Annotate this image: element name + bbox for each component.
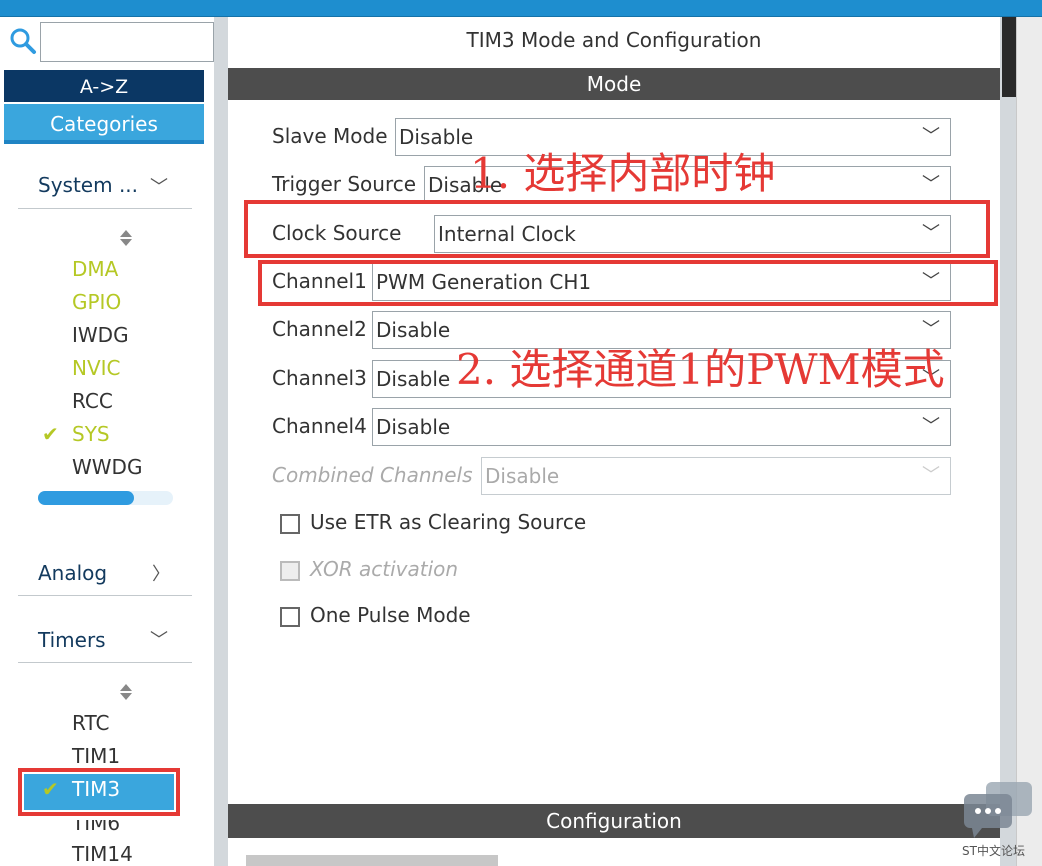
right-panel-edge (1016, 17, 1042, 866)
select-value: Disable (376, 367, 451, 391)
highlight-box-clock-source (244, 200, 990, 258)
peripheral-tim14[interactable]: TIM14 (72, 842, 133, 866)
sort-icon[interactable] (118, 682, 134, 706)
category-system-core[interactable]: System ... (38, 173, 138, 197)
select-value: Disable (376, 415, 451, 439)
chevron-right-icon[interactable]: 〉 (152, 560, 170, 586)
configuration-section-header: Configuration (228, 804, 1000, 838)
one-pulse-mode-checkbox[interactable] (280, 607, 300, 627)
select-value: Disable (376, 318, 451, 342)
one-pulse-mode-label: One Pulse Mode (310, 603, 471, 627)
chevron-down-icon[interactable]: ﹀ (150, 626, 168, 652)
check-icon: ✔ (42, 422, 59, 446)
chevron-down-icon: ﹀ (922, 126, 940, 147)
top-bar (0, 0, 1042, 17)
channel2-label: Channel2 (272, 317, 367, 341)
divider (18, 208, 192, 209)
peripheral-gpio[interactable]: GPIO (72, 290, 121, 314)
peripheral-tim1[interactable]: TIM1 (72, 744, 120, 768)
highlight-box-channel1 (258, 260, 998, 306)
combined-channels-label: Combined Channels (272, 463, 473, 487)
xor-activation-label: XOR activation (310, 557, 459, 581)
chevron-down-icon: ﹀ (922, 465, 940, 486)
mode-section-header: Mode (228, 68, 1000, 100)
peripheral-rcc[interactable]: RCC (72, 389, 113, 413)
use-etr-label: Use ETR as Clearing Source (310, 510, 587, 534)
category-analog[interactable]: Analog (38, 561, 107, 585)
search-icon[interactable] (8, 26, 38, 56)
tab-categories[interactable]: Categories (4, 104, 204, 144)
config-tab-strip (246, 855, 498, 866)
peripheral-iwdg[interactable]: IWDG (72, 323, 129, 347)
highlight-box-tim3 (18, 768, 180, 816)
annotation-step1: 1. 选择内部时钟 (470, 149, 776, 198)
watermark-text: ST中文论坛 (962, 844, 1025, 858)
pane-splitter[interactable] (214, 17, 228, 866)
peripheral-sys[interactable]: SYS (72, 422, 110, 446)
select-value: Disable (399, 125, 474, 149)
search-input[interactable] (40, 22, 214, 62)
combined-channels-select[interactable]: Disable ﹀ (481, 457, 951, 495)
channel4-select[interactable]: Disable ﹀ (372, 408, 951, 446)
category-label: Timers (38, 628, 106, 652)
divider (18, 595, 192, 596)
peripheral-wwdg[interactable]: WWDG (72, 455, 142, 479)
category-label: System ... (38, 173, 139, 197)
channel4-label: Channel4 (272, 414, 367, 438)
trigger-source-label: Trigger Source (272, 172, 417, 196)
collapse-handle[interactable] (1002, 17, 1016, 97)
category-timers[interactable]: Timers (38, 628, 106, 652)
scrollbar-thumb[interactable] (38, 491, 134, 505)
use-etr-checkbox[interactable] (280, 514, 300, 534)
category-label: Analog (38, 561, 108, 585)
chevron-down-icon: ﹀ (922, 174, 940, 195)
chat-bubble-icon (962, 782, 1034, 838)
peripheral-dma[interactable]: DMA (72, 257, 118, 281)
peripheral-rtc[interactable]: RTC (72, 711, 109, 735)
chevron-down-icon[interactable]: ﹀ (150, 173, 168, 199)
page-title: TIM3 Mode and Configuration (466, 28, 762, 52)
select-value: Disable (485, 464, 560, 488)
tab-a-to-z[interactable]: A->Z (4, 70, 204, 102)
annotation-step2: 2. 选择通道1的PWM模式 (456, 345, 945, 394)
xor-activation-checkbox[interactable] (280, 561, 300, 581)
slave-mode-label: Slave Mode (272, 124, 388, 148)
sort-icon[interactable] (118, 228, 134, 252)
peripheral-nvic[interactable]: NVIC (72, 356, 121, 380)
divider (18, 662, 192, 663)
chevron-down-icon: ﹀ (922, 416, 940, 437)
channel3-label: Channel3 (272, 366, 367, 390)
